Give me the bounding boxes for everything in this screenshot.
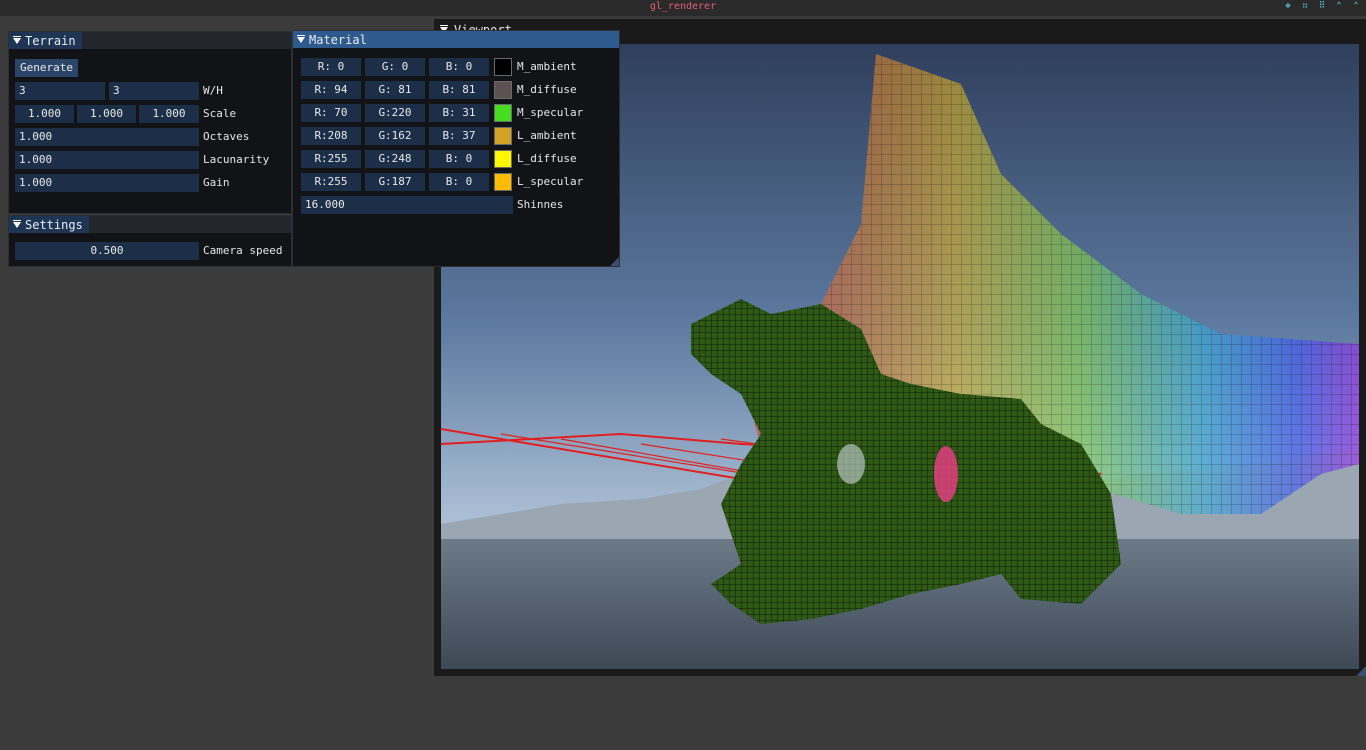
shininess-label: Shinnes — [517, 198, 564, 211]
material-row-label: L_ambient — [517, 129, 577, 142]
window-controls: ✥ ⠶ ⠿ ⌃ ⌃ — [1284, 1, 1360, 11]
settings-header[interactable]: Settings — [9, 216, 291, 233]
color-swatch[interactable] — [494, 173, 512, 191]
green-channel-input[interactable]: G:248 — [365, 150, 425, 168]
viewport-resize-grip[interactable] — [1356, 666, 1366, 676]
red-channel-input[interactable]: R: 94 — [301, 81, 361, 99]
lacunarity-label: Lacunarity — [203, 153, 270, 166]
collapse-arrow-icon[interactable] — [13, 219, 21, 228]
shininess-input[interactable]: 16.000 — [301, 196, 513, 214]
title-bar: gl_renderer ✥ ⠶ ⠿ ⌃ ⌃ — [0, 0, 1366, 16]
octaves-label: Octaves — [203, 130, 250, 143]
material-row-label: M_ambient — [517, 60, 577, 73]
terrain-header[interactable]: Terrain — [9, 32, 291, 49]
octaves-input[interactable]: 1.000 — [15, 128, 199, 146]
blue-channel-input[interactable]: B: 37 — [429, 127, 489, 145]
red-channel-input[interactable]: R:255 — [301, 173, 361, 191]
scale-z-input[interactable]: 1.000 — [139, 105, 199, 123]
material-row-label: L_diffuse — [517, 152, 577, 165]
material-tab[interactable]: Material — [293, 31, 373, 48]
blue-channel-input[interactable]: B: 0 — [429, 58, 489, 76]
gain-input[interactable]: 1.000 — [15, 174, 199, 192]
color-swatch[interactable] — [494, 150, 512, 168]
material-row-label: M_diffuse — [517, 83, 577, 96]
gain-label: Gain — [203, 176, 230, 189]
terrain-tab[interactable]: Terrain — [9, 32, 82, 49]
material-header[interactable]: Material — [293, 31, 619, 48]
color-swatch[interactable] — [494, 104, 512, 122]
color-swatch[interactable] — [494, 58, 512, 76]
blue-channel-input[interactable]: B: 0 — [429, 173, 489, 191]
red-channel-input[interactable]: R: 0 — [301, 58, 361, 76]
terrain-panel: Terrain Generate 3 3 W/H 1.000 1.000 1.0… — [8, 31, 292, 214]
blue-channel-input[interactable]: B: 0 — [429, 150, 489, 168]
red-channel-input[interactable]: R:208 — [301, 127, 361, 145]
terrain-title: Terrain — [25, 33, 76, 48]
scale-x-input[interactable]: 1.000 — [15, 105, 74, 123]
lacunarity-input[interactable]: 1.000 — [15, 151, 199, 169]
maximize-icon[interactable]: ⌃ — [1335, 1, 1343, 11]
material-title: Material — [309, 32, 367, 47]
collapse-arrow-icon[interactable] — [297, 34, 305, 43]
green-channel-input[interactable]: G: 81 — [365, 81, 425, 99]
red-channel-input[interactable]: R:255 — [301, 150, 361, 168]
wh-label: W/H — [203, 84, 223, 97]
blue-channel-input[interactable]: B: 81 — [429, 81, 489, 99]
material-row-label: M_specular — [517, 106, 584, 119]
resize-grip[interactable] — [610, 257, 619, 266]
height-input[interactable]: 3 — [109, 82, 199, 100]
green-channel-input[interactable]: G: 0 — [365, 58, 425, 76]
pin-icon[interactable]: ✥ — [1284, 1, 1292, 11]
green-channel-input[interactable]: G:187 — [365, 173, 425, 191]
scale-y-input[interactable]: 1.000 — [77, 105, 136, 123]
app-title: gl_renderer — [649, 1, 717, 12]
blue-channel-input[interactable]: B: 31 — [429, 104, 489, 122]
settings-title: Settings — [25, 217, 83, 232]
material-row-label: L_specular — [517, 175, 584, 188]
camera-speed-label: Camera speed — [203, 244, 283, 257]
scale-label: Scale — [203, 107, 237, 120]
green-channel-input[interactable]: G:220 — [365, 104, 425, 122]
color-swatch[interactable] — [494, 127, 512, 145]
settings-tab[interactable]: Settings — [9, 216, 89, 233]
green-channel-input[interactable]: G:162 — [365, 127, 425, 145]
red-channel-input[interactable]: R: 70 — [301, 104, 361, 122]
grid-icon[interactable]: ⠿ — [1318, 1, 1326, 11]
float-icon[interactable]: ⠶ — [1301, 1, 1309, 11]
width-input[interactable]: 3 — [15, 82, 105, 100]
close-icon[interactable]: ⌃ — [1352, 1, 1360, 11]
camera-speed-slider[interactable]: 0.500 — [15, 242, 199, 260]
collapse-arrow-icon[interactable] — [13, 35, 21, 44]
generate-button[interactable]: Generate — [15, 59, 78, 77]
color-swatch[interactable] — [494, 81, 512, 99]
settings-panel: Settings 0.500 Camera speed — [8, 215, 292, 267]
material-panel: Material R: 0 G: 0 B: 0 M_ambient R: 94 G: 81… — [292, 30, 620, 267]
